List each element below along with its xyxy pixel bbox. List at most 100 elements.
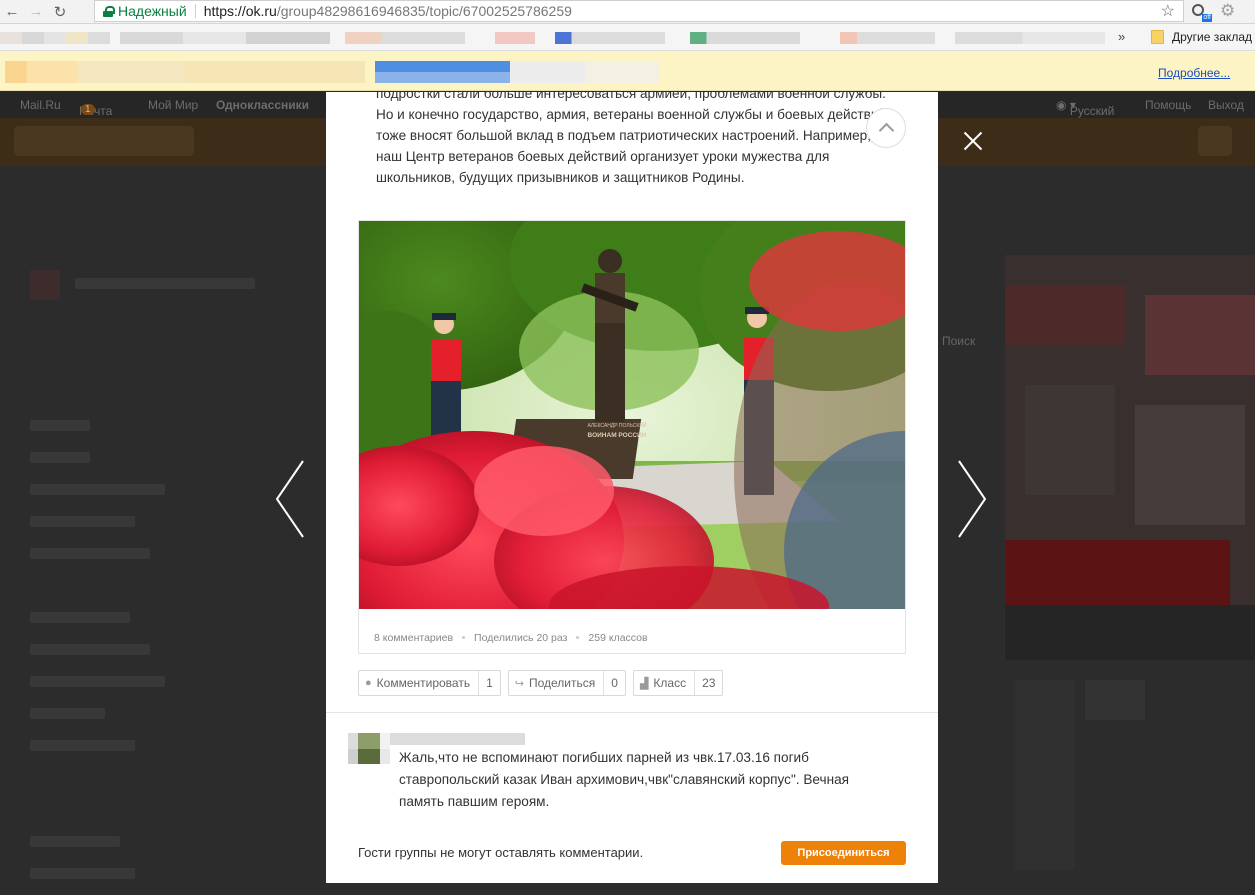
reload-icon: ↻: [53, 3, 67, 21]
background-photo-mosaic: [1005, 255, 1255, 870]
post-stats: 8 комментариев Поделились 20 раз 259 класс…: [374, 632, 648, 644]
bookmark-item[interactable]: [0, 32, 110, 44]
like-button-label: Класс: [653, 676, 687, 690]
share-button[interactable]: ↪ Поделиться 0: [507, 670, 626, 696]
bookmark-star-icon[interactable]: ☆: [1161, 1, 1175, 21]
like-count: 23: [694, 671, 722, 695]
group-title: [75, 278, 255, 289]
stats-separator: [462, 635, 466, 639]
url-path: /group48298616946835/topic/6700252578625…: [276, 3, 572, 19]
plaque-line2: ВОИНАМ РОССИИ: [588, 432, 647, 439]
secure-label: Надежный: [118, 3, 187, 19]
shares-count-link[interactable]: Поделились 20 раз: [474, 632, 567, 644]
comment-text: Жаль,что не вспоминают погибших парней и…: [399, 750, 850, 809]
info-bar-highlight: [375, 61, 510, 83]
sidebar-item[interactable]: [30, 868, 135, 879]
info-more-link[interactable]: Подробнее...: [1158, 66, 1230, 80]
memorial-photo-illustration: АЛЕКСАНДР ПОЛЬСКИЙ ВОИНАМ РОССИИ: [359, 221, 905, 609]
plaque-line1: АЛЕКСАНДР ПОЛЬСКИЙ: [587, 421, 646, 429]
bookmark-item[interactable]: [555, 32, 665, 44]
nav-help[interactable]: Помощь: [1145, 98, 1191, 112]
extension-off-badge: off: [1202, 14, 1212, 22]
lock-icon: [103, 5, 115, 17]
info-bar-message: [510, 61, 660, 83]
close-modal-button[interactable]: [960, 128, 986, 154]
browser-toolbar: ← → ↻ Надежный https://ok.ru/group482986…: [0, 0, 1255, 24]
guest-note: Гости группы не могут оставлять коммента…: [358, 845, 644, 860]
bookmark-item[interactable]: [690, 32, 800, 44]
mail-count-badge: 1: [81, 104, 95, 115]
sidebar-item[interactable]: [30, 452, 90, 463]
back-button[interactable]: ←: [0, 1, 24, 23]
search-link[interactable]: Поиск: [942, 334, 975, 348]
settings-icon[interactable]: ⚙: [1220, 1, 1235, 21]
post-modal: подростки стали больше интересоваться ар…: [326, 92, 938, 883]
next-post-button[interactable]: [952, 457, 992, 541]
join-group-button[interactable]: Присоединиться: [781, 841, 906, 865]
sidebar-item[interactable]: [30, 644, 150, 655]
sidebar-item[interactable]: [30, 516, 135, 527]
divider: [326, 712, 938, 713]
like-button[interactable]: ▟ Класс 23: [632, 670, 724, 696]
sidebar-item[interactable]: [30, 708, 105, 719]
bookmark-item[interactable]: [345, 32, 465, 44]
post-photo[interactable]: АЛЕКСАНДР ПОЛЬСКИЙ ВОИНАМ РОССИИ: [359, 221, 905, 609]
omnibox-divider: [194, 4, 196, 18]
chevron-up-icon: [878, 122, 894, 139]
chevron-left-icon: [275, 460, 304, 538]
sidebar-item[interactable]: [30, 836, 120, 847]
sidebar-item[interactable]: [30, 420, 90, 431]
nav-logout[interactable]: Выход: [1208, 98, 1244, 112]
comment-button[interactable]: ● Комментировать 1: [358, 670, 501, 696]
language-select[interactable]: ◉ Русский ▾: [1056, 98, 1114, 118]
forward-arrow-icon: →: [28, 3, 44, 20]
post-paragraph: подростки стали больше интересоваться ар…: [376, 92, 886, 101]
commenter-avatar[interactable]: [348, 733, 390, 764]
folder-icon: [1151, 30, 1164, 44]
extension-button[interactable]: off: [1190, 2, 1212, 22]
sidebar-item[interactable]: [30, 612, 130, 623]
back-arrow-icon: ←: [4, 3, 20, 20]
forward-button[interactable]: →: [24, 1, 48, 23]
sidebar-item[interactable]: [30, 484, 165, 495]
url-host: https://ok.ru: [203, 3, 277, 19]
nav-myworld[interactable]: Мой Мир: [148, 98, 198, 112]
share-button-label: Поделиться: [528, 676, 596, 690]
stats-separator: [576, 635, 580, 639]
sidebar-item[interactable]: [30, 676, 165, 687]
share-arrow-icon: ↪: [514, 677, 524, 690]
group-avatar: [30, 270, 60, 300]
sidebar-item[interactable]: [30, 740, 135, 751]
bookmarks-overflow-button[interactable]: »: [1118, 29, 1125, 44]
reload-button[interactable]: ↻: [48, 1, 72, 23]
thumbs-up-icon: ▟: [639, 677, 649, 690]
comment-bubble-icon: ●: [365, 677, 372, 689]
comments-count-link[interactable]: 8 комментариев: [374, 632, 453, 644]
comment-button-label: Комментировать: [376, 676, 471, 690]
bookmark-item[interactable]: [120, 32, 330, 44]
avatar-image: [348, 733, 390, 764]
post-actions: ● Комментировать 1 ↪ Поделиться 0 ▟ Класс 2…: [358, 670, 724, 696]
info-bar-message: [5, 61, 365, 83]
commenter-name[interactable]: [390, 733, 525, 745]
other-bookmarks-link[interactable]: Другие заклад: [1172, 30, 1252, 44]
bookmarks-bar: » Другие заклад: [0, 24, 1255, 51]
likes-count-link[interactable]: 259 классов: [588, 632, 647, 644]
share-count: 0: [603, 671, 625, 695]
bookmark-item[interactable]: [955, 32, 1105, 44]
header-avatar[interactable]: [1198, 126, 1232, 156]
bookmark-item[interactable]: [495, 32, 535, 44]
site-logo[interactable]: [14, 126, 194, 156]
address-bar[interactable]: Надежный https://ok.ru/group482986169468…: [94, 0, 1184, 22]
scroll-up-button[interactable]: [866, 108, 906, 148]
post-media-card: АЛЕКСАНДР ПОЛЬСКИЙ ВОИНАМ РОССИИ 8 комме…: [358, 220, 906, 654]
post-paragraph: Но и конечно государство, армия, ветеран…: [376, 107, 887, 185]
chevron-right-icon: [958, 460, 987, 538]
bookmark-item[interactable]: [840, 32, 935, 44]
nav-odnoklassniki[interactable]: Одноклассники: [216, 98, 309, 112]
info-bar: Подробнее...: [0, 51, 1255, 91]
sidebar-item[interactable]: [30, 548, 150, 559]
post-body: подростки стали больше интересоваться ар…: [376, 92, 896, 188]
prev-post-button[interactable]: [270, 457, 310, 541]
nav-mailru[interactable]: Mail.Ru: [20, 98, 61, 112]
